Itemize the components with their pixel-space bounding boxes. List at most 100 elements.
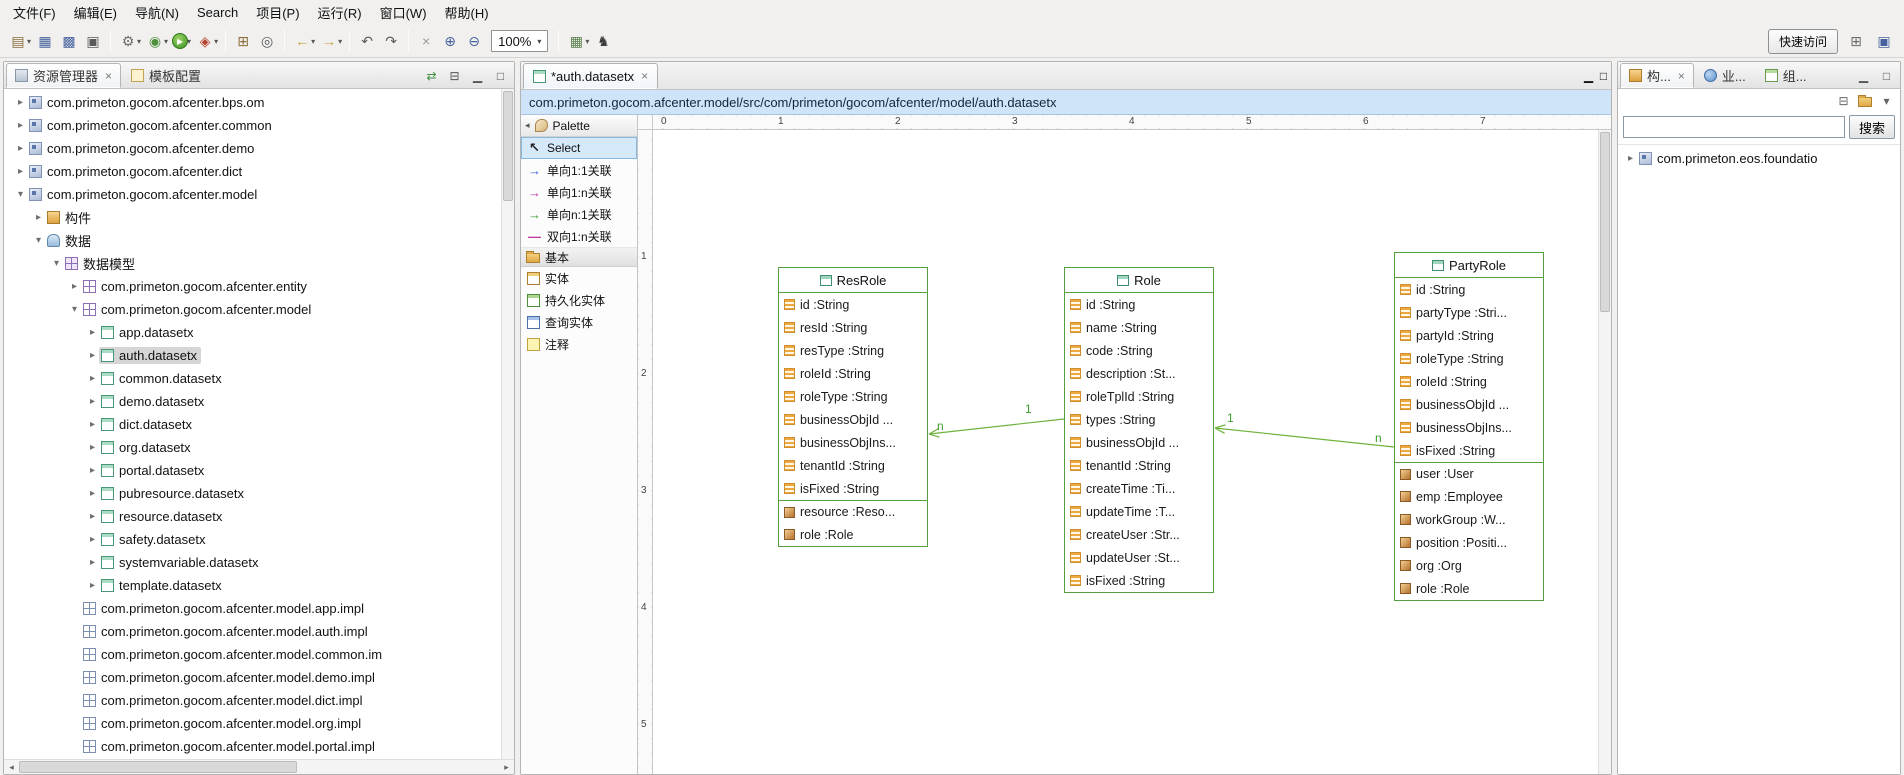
- tree-item[interactable]: ▸com.primeton.gocom.afcenter.dict: [4, 160, 514, 183]
- expand-arrow-icon[interactable]: ▸: [86, 373, 99, 384]
- palette-tool[interactable]: 查询实体: [521, 311, 637, 333]
- expand-arrow-icon[interactable]: ▸: [86, 396, 99, 407]
- entity-reference[interactable]: position :Positi...: [1395, 531, 1543, 554]
- entity-attribute[interactable]: roleId :String: [1395, 370, 1543, 393]
- entity-attribute[interactable]: roleTplId :String: [1065, 385, 1213, 408]
- vertical-scrollbar[interactable]: [501, 89, 514, 759]
- chevron-down-icon[interactable]: ▾: [164, 37, 168, 46]
- expand-arrow-icon[interactable]: ▸: [86, 442, 99, 453]
- tree-item[interactable]: ▸org.datasetx: [4, 436, 514, 459]
- open-perspective-icon[interactable]: ⊞: [1846, 31, 1866, 51]
- expand-arrow-icon[interactable]: ▸: [86, 557, 99, 568]
- editor-tab-auth-datasetx[interactable]: *auth.datasetx ×: [523, 63, 658, 89]
- close-icon[interactable]: ×: [105, 69, 112, 83]
- toolbar-button-zoom-out[interactable]: ⊖: [462, 29, 486, 53]
- scrollbar-track[interactable]: [19, 760, 499, 774]
- expand-arrow-icon[interactable]: ▸: [68, 281, 81, 292]
- close-icon[interactable]: ×: [641, 69, 648, 83]
- toolbar-button-run[interactable]: ▶▾: [170, 31, 193, 51]
- tree-item[interactable]: com.primeton.gocom.afcenter.model.auth.i…: [4, 620, 514, 643]
- expand-arrow-icon[interactable]: ▸: [14, 143, 27, 154]
- tree-item[interactable]: ▸com.primeton.gocom.afcenter.bps.om: [4, 91, 514, 114]
- entity-attribute[interactable]: partyType :Stri...: [1395, 301, 1543, 324]
- entity-attribute[interactable]: id :String: [1395, 278, 1543, 301]
- entity-attribute[interactable]: id :String: [1065, 293, 1213, 316]
- view-menu-icon[interactable]: ▾: [1879, 94, 1894, 108]
- tree-item[interactable]: ▸demo.datasetx: [4, 390, 514, 413]
- tree-item[interactable]: ▸com.primeton.gocom.afcenter.common: [4, 114, 514, 137]
- toolbar-button-save-all[interactable]: ▩: [57, 29, 81, 53]
- entity-reference[interactable]: role :Role: [779, 523, 927, 546]
- expand-arrow-icon[interactable]: ▸: [14, 166, 27, 177]
- view-tab[interactable]: 资源管理器×: [6, 63, 121, 88]
- tree-item[interactable]: ▸dict.datasetx: [4, 413, 514, 436]
- tree-item[interactable]: ▸resource.datasetx: [4, 505, 514, 528]
- tree-item[interactable]: ▸com.primeton.gocom.afcenter.demo: [4, 137, 514, 160]
- palette-tool[interactable]: →单向1:1关联: [521, 159, 637, 181]
- palette-header[interactable]: ◂ Palette: [521, 115, 637, 137]
- toolbar-button-new[interactable]: ▤▾: [6, 29, 33, 53]
- entity-attribute[interactable]: roleId :String: [779, 362, 927, 385]
- perspective-icon[interactable]: ▣: [1874, 31, 1894, 51]
- palette-tool[interactable]: →单向n:1关联: [521, 203, 637, 225]
- entity-attribute[interactable]: isFixed :String: [1065, 569, 1213, 592]
- toolbar-button-delete[interactable]: ×: [414, 29, 438, 53]
- tree-item[interactable]: com.primeton.gocom.afcenter.model.demo.i…: [4, 666, 514, 689]
- expand-arrow-icon[interactable]: ▾: [50, 258, 63, 269]
- expand-arrow-icon[interactable]: ▾: [32, 235, 45, 246]
- entity-partyrole[interactable]: PartyRoleid :StringpartyType :Stri...par…: [1394, 252, 1544, 601]
- toolbar-button-save[interactable]: ▦: [33, 29, 57, 53]
- close-icon[interactable]: ×: [1678, 69, 1685, 83]
- tree-item[interactable]: ▸app.datasetx: [4, 321, 514, 344]
- expand-arrow-icon[interactable]: ▸: [86, 350, 99, 361]
- maximize-icon[interactable]: □: [493, 69, 508, 83]
- tree-item[interactable]: ▸com.primeton.eos.foundatio: [1618, 147, 1900, 170]
- chevron-down-icon[interactable]: ▾: [27, 37, 31, 46]
- tree-item[interactable]: ▾com.primeton.gocom.afcenter.model: [4, 298, 514, 321]
- entity-reference[interactable]: workGroup :W...: [1395, 508, 1543, 531]
- minimize-icon[interactable]: ▁: [470, 69, 485, 83]
- expand-arrow-icon[interactable]: ▸: [86, 488, 99, 499]
- entity-attribute[interactable]: businessObjId ...: [1395, 393, 1543, 416]
- menu-item[interactable]: 运行(R): [309, 0, 371, 25]
- toolbar-button-debug[interactable]: ◉▾: [143, 29, 170, 53]
- entity-reference[interactable]: org :Org: [1395, 554, 1543, 577]
- entity-attribute[interactable]: createTime :Ti...: [1065, 477, 1213, 500]
- tree-item[interactable]: ▸auth.datasetx: [4, 344, 514, 367]
- chevron-down-icon[interactable]: ▾: [214, 37, 218, 46]
- search-input[interactable]: [1623, 116, 1845, 138]
- entity-attribute[interactable]: tenantId :String: [779, 454, 927, 477]
- diagram-canvas[interactable]: n11nResRoleid :StringresId :StringresTyp…: [653, 130, 1598, 774]
- entity-attribute[interactable]: isFixed :String: [1395, 439, 1543, 462]
- association-line[interactable]: n1: [929, 402, 1064, 437]
- tree-item[interactable]: com.primeton.gocom.afcenter.model.common…: [4, 643, 514, 666]
- scrollbar-thumb[interactable]: [1600, 132, 1610, 312]
- view-tab[interactable]: 模板配置: [122, 63, 210, 88]
- menu-item[interactable]: 窗口(W): [371, 0, 436, 25]
- toolbar-button-layout-grid[interactable]: ▦▾: [564, 29, 591, 53]
- scrollbar-thumb[interactable]: [503, 91, 513, 201]
- toolbar-button-forward[interactable]: →▾: [317, 29, 344, 53]
- tree-item[interactable]: ▸template.datasetx: [4, 574, 514, 597]
- entity-attribute[interactable]: updateUser :St...: [1065, 546, 1213, 569]
- entity-reference[interactable]: role :Role: [1395, 577, 1543, 600]
- link-with-editor-icon[interactable]: ⇄: [424, 69, 439, 83]
- palette-tool[interactable]: —双向1:n关联: [521, 225, 637, 247]
- entity-attribute[interactable]: resType :String: [779, 339, 927, 362]
- entity-attribute[interactable]: businessObjIns...: [779, 431, 927, 454]
- menu-item[interactable]: 导航(N): [126, 0, 188, 25]
- palette-tool[interactable]: 实体: [521, 267, 637, 289]
- entity-attribute[interactable]: resId :String: [779, 316, 927, 339]
- toolbar-button-debug-config[interactable]: ⚙▾: [116, 29, 143, 53]
- entity-attribute[interactable]: code :String: [1065, 339, 1213, 362]
- tree-item[interactable]: ▸common.datasetx: [4, 367, 514, 390]
- scroll-right-icon[interactable]: ▸: [499, 760, 514, 774]
- tree-item[interactable]: ▾com.primeton.gocom.afcenter.model: [4, 183, 514, 206]
- entity-attribute[interactable]: createUser :Str...: [1065, 523, 1213, 546]
- tree-item[interactable]: ▸systemvariable.datasetx: [4, 551, 514, 574]
- toolbar-button-undo[interactable]: ↶: [355, 29, 379, 53]
- chevron-down-icon[interactable]: ▾: [585, 37, 589, 46]
- entity-attribute[interactable]: id :String: [779, 293, 927, 316]
- association-line[interactable]: 1n: [1215, 411, 1394, 447]
- chevron-down-icon[interactable]: ▾: [338, 37, 342, 46]
